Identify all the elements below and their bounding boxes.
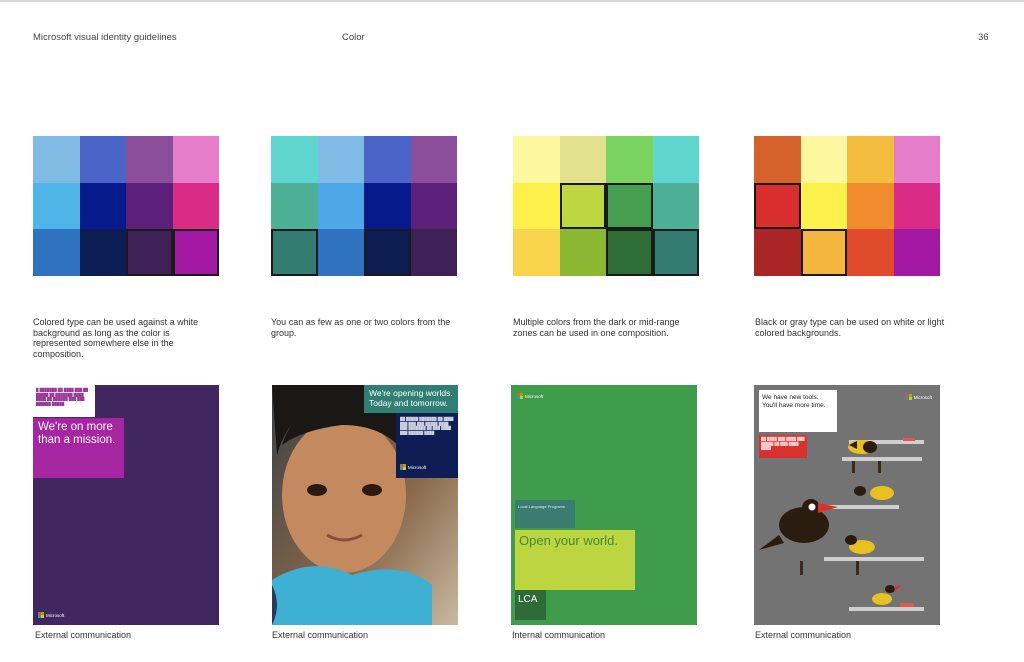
caption-2: You can as few as one or two colors from… [271,317,451,338]
microsoft-logo: Microsoft [400,464,426,470]
color-swatch [364,136,411,183]
color-swatch [800,229,847,276]
color-swatch [513,229,560,276]
poster-footer-box: LCA [515,590,546,620]
color-swatch [559,182,606,230]
poster-text-block: █ ███████ ██ ████ ███ ██ █████ ██ ██████… [33,385,95,417]
color-swatch [317,229,364,276]
color-swatch [893,182,940,230]
color-swatch [652,229,699,276]
color-swatch [606,182,653,230]
color-swatch [513,182,560,230]
logo-text: Microsoft [408,464,427,470]
caption-3: Multiple colors from the dark or mid-ran… [513,317,680,338]
color-swatch [652,182,699,230]
color-swatch [754,182,801,230]
color-swatch [33,136,80,183]
caption-4: Black or gray type can be used on white … [755,317,945,338]
poster-green: Microsoft Local Language Programs Open y… [511,385,697,625]
color-swatch [317,136,364,183]
color-swatch [559,136,606,183]
color-swatch [271,182,318,230]
label-2: External communication [272,630,369,640]
color-swatch [847,182,894,230]
color-swatch [126,229,173,276]
bird-illustration [759,438,924,611]
label-3: Internal communication [512,630,606,640]
poster-panel: ██ █████ ███████ ██ ████ ███ ███ ███ ███… [396,413,458,478]
palette-grid-2 [271,136,457,276]
color-swatch [652,136,699,183]
label-1: External communication [35,630,132,640]
color-swatch [172,229,219,276]
section-title: Color [342,32,365,43]
color-swatch [126,182,173,230]
color-swatch [364,182,411,230]
caption-1: Colored type can be used against a white… [33,317,199,359]
color-swatch [410,182,457,230]
poster-birds: We have new tools. You'll have more time… [754,385,940,625]
palette-grid-1 [33,136,219,276]
color-swatch [33,182,80,230]
color-swatch [893,136,940,183]
top-rule [0,0,1024,2]
color-swatch [317,182,364,230]
poster-headline: We're on more than a mission. [33,418,124,478]
color-swatch [606,136,653,183]
color-swatch [606,229,653,276]
color-swatch [410,136,457,183]
color-swatch [126,136,173,183]
color-swatch [271,229,318,276]
color-swatch [559,229,606,276]
logo-text: Microsoft [525,393,544,399]
color-swatch [79,182,126,230]
logo-text: Microsoft [46,612,65,618]
color-swatch [847,136,894,183]
microsoft-logo: Microsoft [38,612,64,618]
color-swatch [847,229,894,276]
color-swatch [364,229,411,276]
poster-purple: █ ███████ ██ ████ ███ ██ █████ ██ ██████… [33,385,219,625]
page-number: 36 [978,32,989,43]
poster-headline: We're opening worlds. Today and tomorrow… [364,385,458,413]
label-4: External communication [755,630,852,640]
color-swatch [79,136,126,183]
color-swatch [754,229,801,276]
palette-grid-3 [513,136,699,276]
poster-headline: Open your world. [515,530,635,590]
color-swatch [33,229,80,276]
color-swatch [754,136,801,183]
color-swatch [513,136,560,183]
color-swatch [172,182,219,230]
color-swatch [800,136,847,183]
document-title: Microsoft visual identity guidelines [33,32,177,43]
microsoft-logo: Microsoft [517,393,543,399]
color-swatch [893,229,940,276]
color-swatch [79,229,126,276]
poster-boy: We're opening worlds. Today and tomorrow… [272,385,458,625]
color-swatch [172,136,219,183]
color-swatch [410,229,457,276]
color-swatch [271,136,318,183]
palette-grid-4 [754,136,940,276]
poster-small-box: Local Language Programs [515,500,575,528]
color-swatch [800,182,847,230]
